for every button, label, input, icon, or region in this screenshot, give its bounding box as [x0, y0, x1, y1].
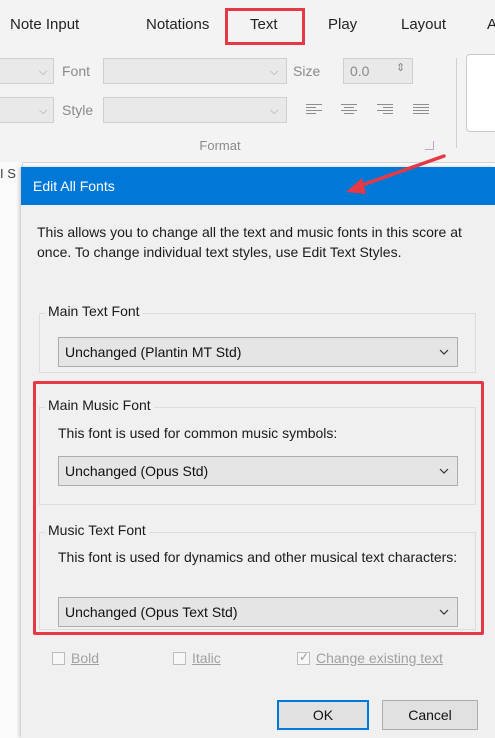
tab-play[interactable]: Play — [328, 16, 357, 33]
size-spinner[interactable]: 0.0 ⇕ — [343, 58, 413, 84]
size-label: Size — [293, 63, 321, 79]
ok-button[interactable]: OK — [277, 700, 369, 730]
main-text-font-select[interactable]: Unchanged (Plantin MT Std) — [58, 337, 458, 367]
change-existing-label[interactable]: Change existing text — [316, 650, 443, 666]
ribbon-separator — [456, 58, 457, 148]
justify-icon[interactable] — [413, 104, 429, 116]
ribbon-tab-bar: Note Input Notations Text Play Layout A — [0, 0, 495, 50]
align-right-icon[interactable] — [377, 104, 393, 116]
tab-note-input[interactable]: Note Input — [10, 16, 79, 33]
change-existing-text: Change existing text — [316, 650, 443, 666]
chevron-down-icon — [439, 349, 449, 355]
checkmark-icon: ✓ — [299, 650, 310, 664]
font-category-combo[interactable]: ⌵ — [0, 58, 54, 84]
tab-layout[interactable]: Layout — [401, 16, 446, 33]
style-label: Style — [62, 102, 94, 118]
main-text-font-value: Unchanged (Plantin MT Std) — [65, 344, 242, 360]
score-left-strip: I S — [0, 162, 23, 738]
dialog-launcher-icon[interactable] — [425, 141, 434, 150]
score-fragment-text: I S — [0, 166, 16, 181]
italic-checkbox[interactable] — [173, 652, 186, 665]
align-left-icon[interactable] — [306, 104, 322, 116]
annotation-arrow-icon — [346, 154, 446, 194]
style-category-combo[interactable]: ⌵ — [0, 97, 54, 123]
cancel-button[interactable]: Cancel — [382, 700, 478, 730]
chevron-down-icon: ⌵ — [270, 105, 279, 117]
tab-overflow[interactable]: A — [487, 16, 495, 33]
main-text-font-title: Main Text Font — [45, 303, 143, 319]
edit-all-fonts-dialog: Edit All Fonts This allows you to change… — [21, 167, 495, 738]
dialog-title: Edit All Fonts — [33, 178, 115, 194]
bold-label[interactable]: Bold — [71, 650, 99, 666]
spinner-arrows-icon[interactable]: ⇕ — [396, 61, 405, 74]
italic-label[interactable]: Italic — [192, 650, 221, 666]
chevron-down-icon: ⌵ — [39, 66, 48, 78]
chevron-down-icon: ⌵ — [270, 66, 279, 78]
align-center-icon[interactable] — [341, 104, 357, 116]
bold-checkbox[interactable] — [52, 652, 65, 665]
chevron-down-icon: ⌵ — [39, 105, 48, 117]
dialog-intro-text: This allows you to change all the text a… — [37, 224, 462, 260]
size-value: 0.0 — [350, 63, 370, 79]
style-combo[interactable]: ⌵ — [103, 97, 287, 123]
music-fonts-highlight — [33, 381, 484, 635]
style-preview-box[interactable] — [466, 54, 495, 132]
tab-notations[interactable]: Notations — [146, 16, 209, 33]
font-label: Font — [62, 63, 91, 79]
font-combo[interactable]: ⌵ — [103, 58, 287, 84]
text-tab-highlight — [225, 8, 305, 45]
change-existing-checkbox[interactable]: ✓ — [297, 650, 310, 665]
